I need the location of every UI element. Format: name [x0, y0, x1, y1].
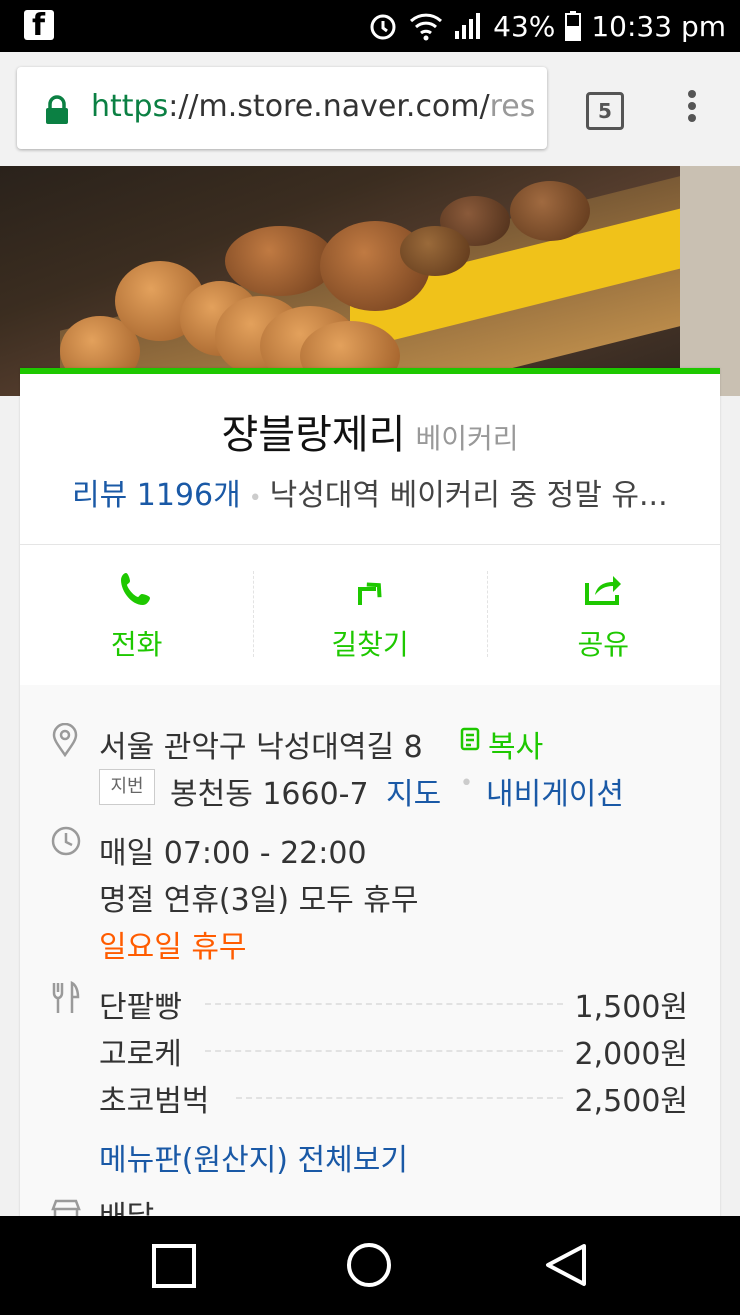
alarm-icon — [370, 14, 396, 40]
share-icon — [585, 576, 622, 605]
copy-icon[interactable] — [460, 727, 484, 755]
hours-daily: 매일 07:00 - 22:00 — [99, 836, 367, 871]
separator-dot: • — [248, 486, 262, 511]
share-button[interactable]: 공유 — [486, 545, 720, 685]
phone-icon — [120, 573, 150, 605]
store-category: 베이커리 — [415, 422, 519, 455]
utensils-icon — [52, 981, 80, 1013]
road-address: 서울 관악구 낙성대역길 8 — [99, 730, 423, 765]
menu-leader-line — [205, 1050, 563, 1052]
hours-closed: 일요일 휴무 — [99, 930, 247, 965]
clock: 10:33 pm — [591, 9, 726, 43]
store-details: 서울 관악구 낙성대역길 8 복사 지번 봉천동 1660-7 지도 • 내비게… — [20, 685, 720, 1285]
store-name: 쟝블랑제리 — [221, 412, 406, 458]
review-summary: 리뷰 1196개 • 낙성대역 베이커리 중 정말 유... — [72, 470, 668, 514]
status-icons: 43% 10:33 pm — [367, 6, 726, 46]
menu-leader-line — [236, 1097, 563, 1099]
map-link[interactable]: 지도 — [386, 769, 441, 813]
overflow-menu-icon[interactable] — [684, 90, 700, 130]
separator-dot: • — [460, 771, 473, 796]
tab-switcher-button[interactable]: 5 — [586, 92, 624, 130]
browser-toolbar: https://m.store.naver.com/res 5 — [0, 52, 740, 166]
lock-icon — [46, 95, 68, 124]
jibun-tag: 지번 — [99, 769, 155, 805]
home-icon[interactable] — [346, 1242, 392, 1288]
call-button[interactable]: 전화 — [20, 545, 253, 685]
recent-apps-icon[interactable] — [152, 1244, 196, 1288]
copy-button[interactable]: 복사 — [488, 722, 543, 766]
directions-icon — [357, 582, 382, 605]
menu-item-price: 2,000원 — [574, 1037, 688, 1072]
clock-icon — [51, 826, 81, 856]
menu-item-name: 초코범벅 — [99, 1084, 210, 1119]
back-icon[interactable] — [544, 1242, 588, 1288]
wifi-icon — [410, 13, 443, 41]
jibun-address: 봉천동 1660-7 — [170, 777, 369, 812]
navigation-link[interactable]: 내비게이션 — [486, 769, 624, 813]
view-full-menu-link[interactable]: 메뉴판(원산지) 전체보기 — [99, 1135, 408, 1179]
call-label: 전화 — [110, 628, 163, 661]
status-bar: f 43% 10:33 pm — [0, 0, 740, 52]
menu-item-price: 2,500원 — [574, 1084, 688, 1119]
menu-item-name: 고로케 — [99, 1037, 182, 1072]
url-text: https://m.store.naver.com/res — [91, 89, 536, 124]
store-info-card: 쟝블랑제리 베이커리 리뷰 1196개 • 낙성대역 베이커리 중 정말 유... 전… — [20, 368, 720, 1285]
menu-item-price: 1,500원 — [574, 990, 688, 1025]
location-pin-icon — [52, 723, 78, 757]
system-navigation-bar — [0, 1216, 740, 1315]
store-title-row: 쟝블랑제리 베이커리 — [20, 402, 720, 460]
battery-icon — [565, 11, 582, 41]
action-bar: 전화 길찾기 공유 — [20, 544, 720, 686]
address-bar[interactable]: https://m.store.naver.com/res — [17, 67, 547, 149]
store-photo[interactable] — [0, 166, 740, 396]
menu-leader-line — [205, 1003, 563, 1005]
signal-icon — [455, 13, 481, 39]
facebook-notification-icon: f — [24, 8, 54, 43]
review-count-link[interactable]: 리뷰 1196개 — [72, 478, 241, 513]
battery-percent: 43% — [493, 9, 556, 43]
hours-holiday: 명절 연휴(3일) 모두 휴무 — [99, 883, 419, 918]
share-label: 공유 — [577, 628, 630, 661]
directions-label: 길찾기 — [331, 628, 409, 661]
menu-item-name: 단팥빵 — [99, 990, 182, 1025]
directions-button[interactable]: 길찾기 — [253, 545, 486, 685]
review-snippet[interactable]: 낙성대역 베이커리 중 정말 유... — [270, 478, 668, 513]
